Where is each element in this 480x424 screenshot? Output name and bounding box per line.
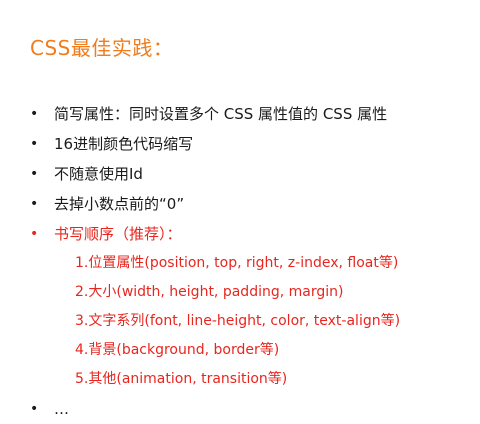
order-item-text: 3.文字系列(font, line-height, color, text-al… [30, 307, 470, 336]
bullet-item-shorthand: • 简写属性：同时设置多个 CSS 属性值的 CSS 属性 [30, 99, 470, 129]
bullet-text: 书写顺序（推荐）： [54, 225, 182, 243]
order-item-background: 4.背景(background, border等) [30, 336, 470, 365]
order-sublist-container: 1.位置属性(position, top, right, z-index, fl… [30, 249, 470, 394]
bullet-text: 简写属性：同时设置多个 CSS 属性值的 CSS 属性 [54, 105, 388, 123]
bullet-marker: • [30, 226, 39, 242]
order-text: 大小(width, height, padding, margin) [88, 284, 344, 300]
bullet-marker: • [30, 166, 39, 182]
bullet-marker: • [30, 106, 39, 122]
order-item-position: 1.位置属性(position, top, right, z-index, fl… [30, 249, 470, 278]
slide-title: CSS最佳实践： [30, 36, 174, 60]
bullet-text: … [54, 400, 69, 418]
order-number: 1. [75, 255, 89, 271]
order-text: 其他(animation, transition等) [88, 371, 288, 387]
order-number: 3. [75, 313, 89, 329]
bullet-text: 16进制颜色代码缩写 [54, 135, 194, 153]
order-number: 4. [75, 342, 89, 358]
bullet-marker: • [30, 196, 39, 212]
bullet-list: • 简写属性：同时设置多个 CSS 属性值的 CSS 属性 • 16进制颜色代码… [30, 99, 470, 424]
order-number: 5. [75, 371, 89, 387]
order-item-size: 2.大小(width, height, padding, margin) [30, 278, 470, 307]
bullet-text: 去掉小数点前的“0” [54, 195, 185, 213]
bullet-item-no-id: • 不随意使用Id [30, 159, 470, 189]
bullet-item-ellipsis: • … [30, 394, 470, 424]
order-text: 背景(background, border等) [88, 342, 280, 358]
order-item-other: 5.其他(animation, transition等) [30, 365, 470, 394]
order-text: 文字系列(font, line-height, color, text-alig… [88, 313, 401, 329]
order-text: 位置属性(position, top, right, z-index, floa… [88, 255, 399, 271]
order-number: 2. [75, 284, 89, 300]
bullet-marker: • [30, 136, 39, 152]
bullet-item-writing-order: • 书写顺序（推荐）： [30, 219, 470, 249]
bullet-item-hex-color: • 16进制颜色代码缩写 [30, 129, 470, 159]
bullet-marker: • [30, 401, 39, 417]
bullet-item-leading-zero: • 去掉小数点前的“0” [30, 189, 470, 219]
bullet-text: 不随意使用Id [54, 165, 143, 183]
order-sublist: 1.位置属性(position, top, right, z-index, fl… [30, 249, 470, 394]
